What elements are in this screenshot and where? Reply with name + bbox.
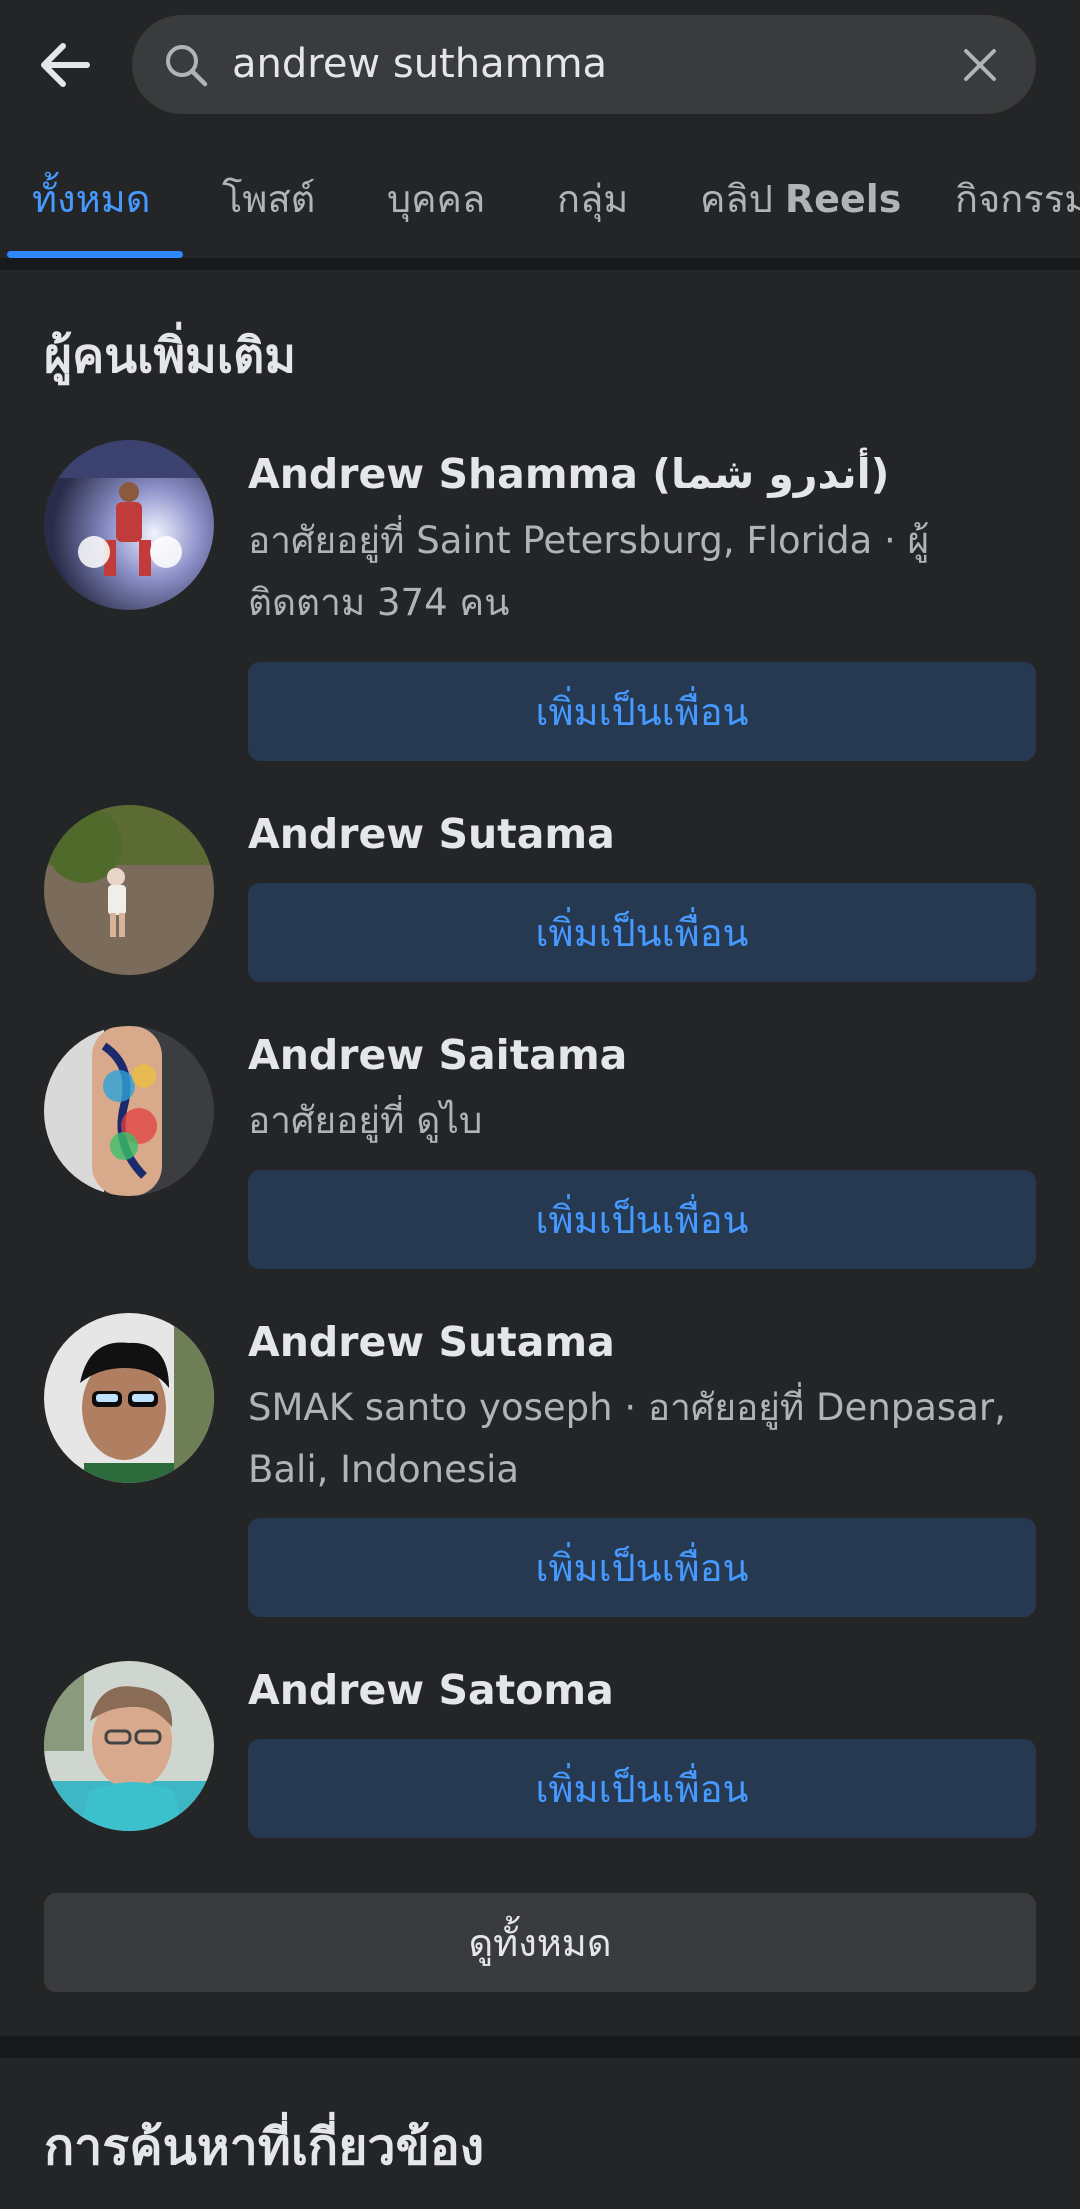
divider [0, 2036, 1080, 2058]
tab-reels[interactable]: คลิป Reels [700, 128, 901, 260]
tab-all[interactable]: ทั้งหมด [32, 128, 150, 260]
tab-people[interactable]: บุคคล [387, 128, 485, 260]
search-field[interactable]: andrew suthamma [132, 15, 1036, 114]
person-meta-line: ติดตาม 374 คน [248, 581, 510, 624]
search-input[interactable]: andrew suthamma [232, 15, 607, 114]
add-friend-button[interactable]: เพิ่มเป็นเพื่อน [248, 662, 1036, 761]
add-friend-button[interactable]: เพิ่มเป็นเพื่อน [248, 1739, 1036, 1838]
divider [0, 258, 1080, 270]
person-name[interactable]: Andrew Sutama [248, 1318, 615, 1366]
clear-search-button[interactable] [950, 35, 1010, 95]
search-icon [166, 45, 208, 87]
add-friend-button[interactable]: เพิ่มเป็นเพื่อน [248, 1518, 1036, 1617]
tab-reels-prefix: คลิป [700, 177, 773, 221]
person-name[interactable]: Andrew Sutama [248, 810, 615, 858]
person-meta-line: อาศัยอยู่ที่ Saint Petersburg, Florida ·… [248, 519, 930, 562]
related-searches-title: การค้นหาที่เกี่ยวข้อง [44, 2118, 485, 2176]
person-meta-line: Bali, Indonesia [248, 1448, 520, 1491]
top-bar: andrew suthamma [0, 0, 1080, 128]
tab-posts[interactable]: โพสต์ [222, 128, 315, 260]
person-name[interactable]: Andrew Shamma (أندرو شما) [248, 450, 889, 498]
person-meta: อาศัยอยู่ที่ Saint Petersburg, Florida ·… [248, 510, 1038, 634]
avatar[interactable] [44, 440, 214, 610]
person-name[interactable]: Andrew Saitama [248, 1031, 627, 1079]
tab-events[interactable]: กิจกรรม [955, 128, 1080, 260]
avatar[interactable] [44, 805, 214, 975]
close-icon [964, 49, 996, 81]
section-title: ผู้คนเพิ่มเติม [44, 328, 296, 384]
person-meta: SMAK santo yoseph · อาศัยอยู่ที่ Denpasa… [248, 1377, 1038, 1501]
tab-groups[interactable]: กลุ่ม [557, 128, 628, 260]
person-meta-line: อาศัยอยู่ที่ ดูไบ [248, 1099, 483, 1142]
avatar[interactable] [44, 1661, 214, 1831]
see-all-button[interactable]: ดูทั้งหมด [44, 1893, 1036, 1992]
filter-tabs: ทั้งหมด โพสต์ บุคคล กลุ่ม คลิป Reels กิจ… [0, 128, 1080, 260]
add-friend-button[interactable]: เพิ่มเป็นเพื่อน [248, 883, 1036, 982]
active-tab-indicator [7, 251, 183, 258]
avatar[interactable] [44, 1313, 214, 1483]
person-name[interactable]: Andrew Satoma [248, 1666, 614, 1714]
back-button[interactable] [28, 28, 102, 102]
arrow-left-icon [41, 43, 90, 87]
add-friend-button[interactable]: เพิ่มเป็นเพื่อน [248, 1170, 1036, 1269]
person-meta: อาศัยอยู่ที่ ดูไบ [248, 1090, 1038, 1152]
avatar[interactable] [44, 1026, 214, 1196]
tab-reels-bold: Reels [784, 177, 902, 221]
person-meta-line: SMAK santo yoseph · อาศัยอยู่ที่ Denpasa… [248, 1386, 1006, 1429]
